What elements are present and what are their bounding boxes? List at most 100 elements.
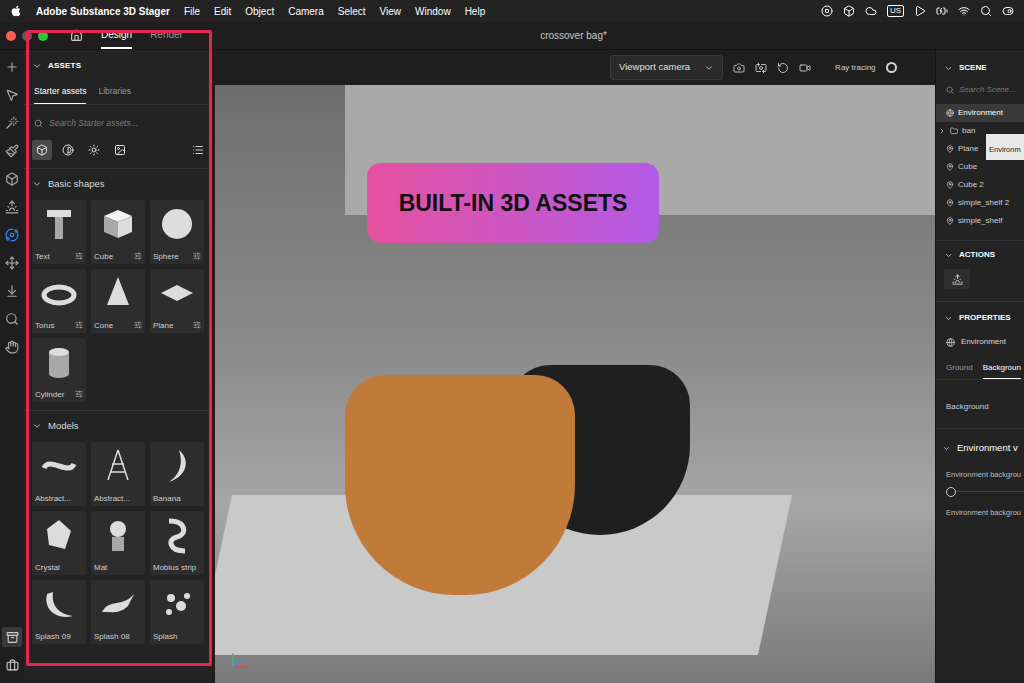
asset-tile[interactable]: Sphere (150, 200, 204, 264)
properties-tab[interactable]: Backgroun (983, 362, 1021, 379)
close-button[interactable] (6, 31, 16, 41)
asset-tile[interactable]: Splash (150, 580, 204, 644)
asset-tile[interactable]: Mat (91, 511, 145, 575)
list-view-icon[interactable] (192, 144, 204, 156)
tool-icon[interactable] (5, 116, 19, 130)
camera-tool-icon[interactable] (799, 62, 811, 74)
collapse-icon[interactable] (32, 61, 42, 71)
asset-label: Crystal (35, 562, 83, 573)
scene-item[interactable]: Environment (936, 104, 1024, 122)
input-source[interactable]: US (887, 5, 904, 17)
bottom-tool[interactable] (2, 627, 22, 647)
scene-search[interactable]: Search Scene... (936, 80, 1024, 100)
menu-item[interactable]: Object (245, 4, 274, 19)
adjust-icon[interactable] (193, 321, 201, 329)
app-name[interactable]: Adobe Substance 3D Stager (36, 4, 170, 19)
adjust-icon[interactable] (75, 321, 83, 329)
asset-tile[interactable]: Abstract... (32, 442, 86, 506)
tool-icon[interactable] (5, 60, 19, 74)
collapse-icon[interactable] (944, 251, 953, 260)
collapse-icon[interactable] (944, 64, 953, 73)
menu-item[interactable]: Edit (214, 4, 231, 19)
expand-icon[interactable] (938, 127, 946, 135)
menu-item[interactable]: Select (338, 4, 366, 19)
tool-icon[interactable] (5, 228, 19, 242)
camera-tool-icon[interactable] (777, 62, 789, 74)
menu-item[interactable]: View (380, 4, 402, 19)
asset-tile[interactable]: Crystal (32, 511, 86, 575)
tool-icon[interactable] (6, 631, 19, 644)
adjust-icon[interactable] (134, 321, 142, 329)
scrollbar[interactable] (209, 200, 211, 310)
properties-tab[interactable]: Ground (946, 362, 973, 379)
adjust-icon[interactable] (193, 252, 201, 260)
camera-tool-icon[interactable] (755, 62, 767, 74)
asset-tile[interactable]: Cube (91, 200, 145, 264)
minimize-button[interactable] (22, 31, 32, 41)
menu-item[interactable]: Camera (288, 4, 324, 19)
status-icon[interactable] (821, 5, 833, 17)
tool-icon[interactable] (6, 659, 19, 672)
section-header[interactable]: Basic shapes (24, 177, 212, 191)
mode-tab[interactable]: Design (101, 22, 132, 49)
camera-dropdown[interactable]: Viewport camera (610, 55, 723, 79)
render-view[interactable]: BUILT-IN 3D ASSETS (215, 85, 935, 683)
scene-item[interactable]: Cube (936, 158, 1024, 176)
tool-icon[interactable] (5, 88, 19, 102)
assets-tab[interactable]: Libraries (98, 80, 131, 104)
zoom-button[interactable] (38, 31, 48, 41)
tool-icon[interactable] (5, 284, 19, 298)
asset-tile[interactable]: Splash 08 (91, 580, 145, 644)
tool-icon[interactable] (5, 256, 19, 270)
scene-item[interactable]: simple_shelf (936, 212, 1024, 230)
asset-tile[interactable]: Text (32, 200, 86, 264)
tool-icon[interactable] (5, 200, 19, 214)
menu-item[interactable]: Help (465, 4, 486, 19)
asset-filter[interactable] (32, 140, 52, 160)
home-icon[interactable] (70, 29, 83, 42)
apple-icon[interactable] (10, 5, 22, 17)
asset-filter[interactable] (110, 140, 130, 160)
section-header[interactable]: Models (24, 419, 212, 433)
ray-tracing-toggle[interactable] (886, 62, 897, 73)
menu-item[interactable]: Window (415, 4, 451, 19)
adjust-icon[interactable] (75, 390, 83, 398)
status-icon[interactable] (865, 5, 877, 17)
tool-icon[interactable] (5, 312, 19, 326)
status-icon[interactable] (980, 5, 992, 17)
assets-search[interactable]: Search Starter assets... (32, 113, 204, 134)
tool-icon[interactable] (5, 172, 19, 186)
slider-knob[interactable] (946, 487, 956, 497)
asset-tile[interactable]: Mobius strip (150, 511, 204, 575)
asset-filter[interactable] (58, 140, 78, 160)
asset-label: Cone (94, 320, 132, 331)
asset-tile[interactable]: Abstract... (91, 442, 145, 506)
asset-tile[interactable]: Torus (32, 269, 86, 333)
mode-tab[interactable]: Render (150, 22, 183, 49)
asset-tile[interactable]: Splash 09 (32, 580, 86, 644)
menu-item[interactable]: File (184, 4, 200, 19)
asset-filter[interactable] (84, 140, 104, 160)
asset-tile[interactable]: Cone (91, 269, 145, 333)
action-button[interactable] (944, 269, 970, 289)
adjust-icon[interactable] (75, 252, 83, 260)
adjust-icon[interactable] (134, 252, 142, 260)
collapse-icon[interactable] (944, 314, 953, 323)
status-icon[interactable] (958, 5, 970, 17)
tool-icon[interactable] (5, 144, 19, 158)
asset-tile[interactable]: Cylinder (32, 338, 86, 402)
bottom-tool[interactable] (2, 655, 22, 675)
tool-icon[interactable] (5, 340, 19, 354)
status-icon[interactable] (1002, 5, 1014, 17)
scene-item[interactable]: Cube 2 (936, 176, 1024, 194)
status-icon[interactable] (843, 5, 855, 17)
slider[interactable] (946, 487, 1024, 497)
expand-icon[interactable] (942, 444, 951, 453)
assets-tab[interactable]: Starter assets (34, 80, 86, 104)
asset-tile[interactable]: Plane (150, 269, 204, 333)
asset-tile[interactable]: Banana (150, 442, 204, 506)
status-icon[interactable] (936, 5, 948, 17)
scene-item[interactable]: simple_shelf 2 (936, 194, 1024, 212)
status-icon[interactable] (914, 5, 926, 17)
camera-tool-icon[interactable] (733, 62, 745, 74)
